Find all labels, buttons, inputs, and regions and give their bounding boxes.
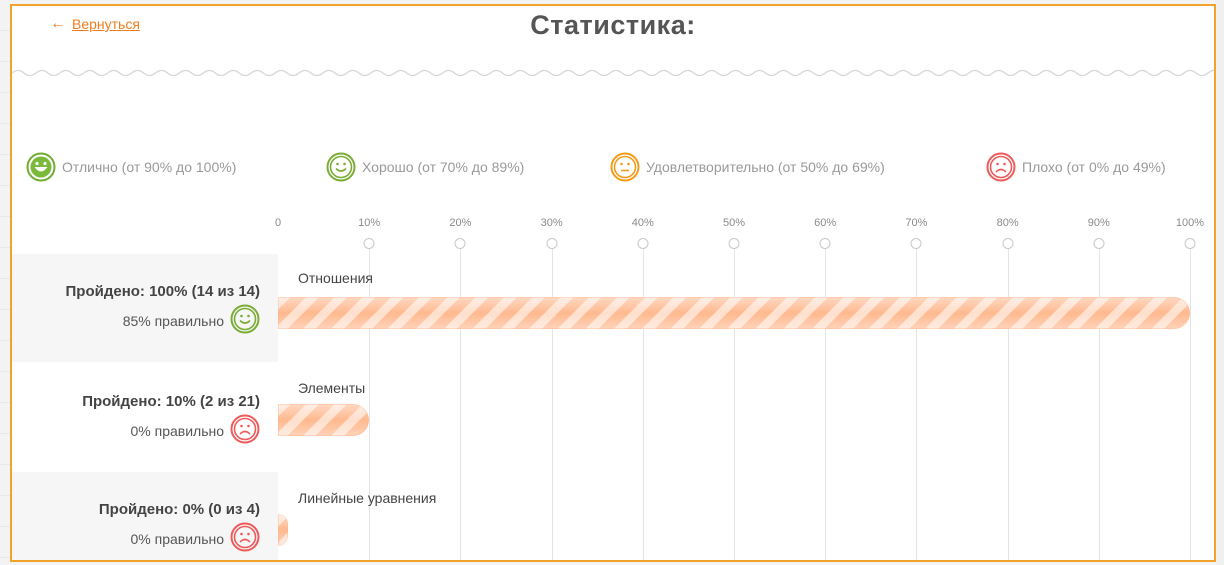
background-right-strip — [1216, 0, 1224, 565]
axis-tick-label: 80% — [996, 217, 1019, 229]
axis-marker — [910, 238, 922, 249]
neutral-face-icon — [610, 152, 640, 182]
axis-tick-label: 70% — [905, 217, 928, 229]
axis-tick-label: 30% — [540, 217, 563, 229]
correct-text-line: 0% правильно — [12, 522, 260, 552]
axis-marker — [1093, 238, 1105, 249]
background-left-strip — [0, 0, 10, 565]
axis-marker — [546, 238, 558, 249]
axis-marker — [454, 238, 466, 249]
legend-item-bad: Плохо (от 0% до 49%) — [986, 152, 1166, 182]
passed-text: Пройдено: 100% (14 из 14) — [65, 282, 260, 300]
axis-tick-label: 50% — [722, 217, 746, 229]
passed-text: Пройдено: 10% (2 из 21) — [82, 392, 260, 410]
legend-label: Плохо (от 0% до 49%) — [1022, 159, 1166, 175]
topic-summary: Пройдено: 0% (0 из 4) 0% правильно — [12, 472, 278, 560]
correct-text: 85% правильно — [122, 312, 224, 329]
correct-text-line: 85% правильно — [12, 304, 260, 334]
passed-text: Пройдено: 0% (0 из 4) — [98, 500, 260, 518]
legend-item-ok: Удовлетворительно (от 50% до 69%) — [610, 152, 885, 182]
axis-marker — [637, 238, 649, 249]
sad-face-icon — [986, 152, 1016, 182]
sad-face-icon — [230, 414, 260, 443]
axis-marker — [819, 238, 831, 249]
topic-summary: Пройдено: 10% (2 из 21) 0% правильно — [12, 364, 278, 472]
topic-title[interactable]: Отношения — [298, 270, 373, 286]
axis-marker — [1002, 238, 1014, 249]
legend-label: Удовлетворительно (от 50% до 69%) — [646, 159, 885, 175]
topic-summary: Пройдено: 100% (14 из 14) 85% правильно — [12, 254, 278, 362]
topic-row: Пройдено: 0% (0 из 4) 0% правильно Линей… — [12, 472, 1214, 560]
axis-tick-label: 0 — [274, 217, 282, 229]
topic-row: Пройдено: 100% (14 из 14) 85% правильно … — [12, 254, 1214, 362]
statistics-panel: ← Вернуться Статистика: Отлично (от 90% … — [10, 4, 1216, 562]
axis-tick-label: 40% — [631, 217, 654, 229]
progress-bar — [278, 514, 288, 546]
axis-marker — [728, 238, 740, 249]
smile-face-icon — [230, 304, 260, 333]
legend-item-great: Отлично (от 90% до 100%) — [26, 152, 236, 182]
correct-text-line: 0% правильно — [12, 414, 260, 444]
legend-item-good: Хорошо (от 70% до 89%) — [326, 152, 524, 182]
legend-label: Отлично (от 90% до 100%) — [62, 159, 237, 175]
legend: Отлично (от 90% до 100%) Хорошо (от 70% … — [12, 152, 1214, 188]
axis-tick-label: 60% — [814, 217, 837, 229]
big-smile-face-icon — [26, 152, 56, 182]
progress-bar — [278, 404, 370, 436]
wavy-divider — [12, 69, 1214, 77]
axis-tick-label: 20% — [449, 217, 472, 229]
axis-tick-label: 90% — [1087, 217, 1110, 229]
axis-tick-label: 100% — [1175, 217, 1205, 229]
axis-tick-label: 10% — [358, 217, 381, 229]
axis-marker — [363, 238, 375, 249]
page-title: Статистика: — [530, 10, 696, 40]
topic-title[interactable]: Линейные уравнения — [298, 490, 436, 506]
sad-face-icon — [230, 522, 260, 551]
correct-text: 0% правильно — [130, 422, 224, 439]
axis-marker — [1184, 238, 1196, 249]
correct-text: 0% правильно — [130, 530, 224, 547]
progress-bar — [278, 297, 1190, 329]
smile-face-icon — [326, 152, 356, 182]
topic-row: Пройдено: 10% (2 из 21) 0% правильно Эле… — [12, 364, 1214, 472]
topic-title[interactable]: Элементы — [298, 380, 365, 396]
legend-label: Хорошо (от 70% до 89%) — [362, 159, 525, 175]
